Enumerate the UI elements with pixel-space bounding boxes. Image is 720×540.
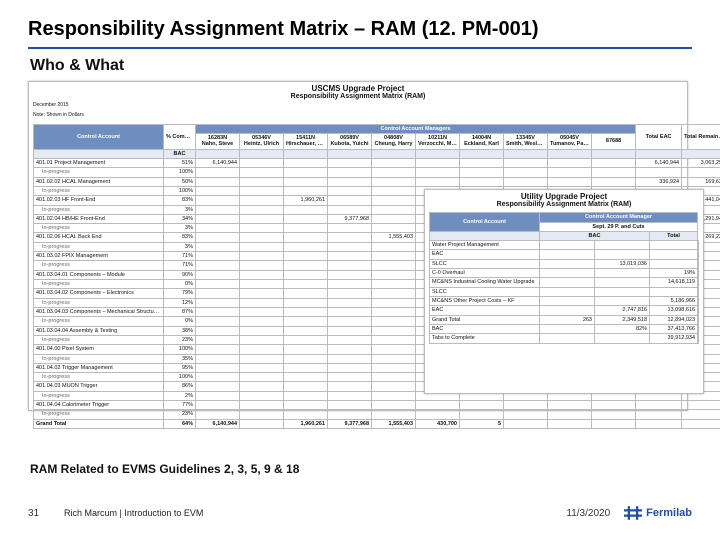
utility-title: Utility Upgrade Project [425,190,703,201]
footer-date: 11/3/2020 [566,508,610,519]
footer: 31 Rich Marcum | Introduction to EVM 11/… [0,506,720,520]
fermilab-logo: Fermilab [624,506,692,520]
guideline-note: RAM Related to EVMS Guidelines 2, 3, 5, … [30,462,299,476]
uscms-title: USCMS Upgrade Project [29,82,687,93]
utility-subtitle: Responsibility Assignment Matrix (RAM) [425,201,703,209]
logo-text: Fermilab [646,507,692,519]
subtitle: Who & What [30,57,692,75]
page-title: Responsibility Assignment Matrix – RAM (… [28,18,692,49]
footer-text: Rich Marcum | Introduction to EVM [64,508,203,518]
utility-table: Control AccountControl Account ManagerSe… [429,212,699,343]
uscms-subtitle: Responsibility Assignment Matrix (RAM) [29,93,687,101]
ram-sheet-utility: Utility Upgrade Project Responsibility A… [424,189,704,394]
ram-canvas: USCMS Upgrade Project Responsibility Ass… [28,81,692,441]
page-number: 31 [28,508,58,519]
fermilab-icon [624,506,642,520]
uscms-note: Note: Shown in Dollars [33,113,84,119]
uscms-date: December 2015 [33,103,69,109]
